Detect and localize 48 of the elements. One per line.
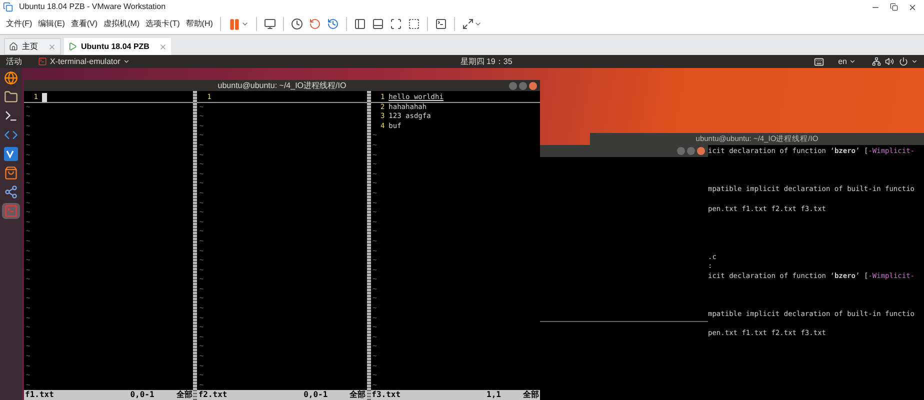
network-icon[interactable] xyxy=(872,57,881,66)
system-menu-caret-icon[interactable] xyxy=(911,58,918,65)
scroll-position: 全部 xyxy=(176,391,192,400)
play-icon xyxy=(68,42,77,51)
pause-icon xyxy=(228,18,241,30)
terminal-icon xyxy=(38,57,47,66)
keyboard-icon[interactable] xyxy=(814,56,824,66)
clock[interactable]: 星期四 19：35 xyxy=(460,56,512,68)
menu-item[interactable]: 编辑(E) xyxy=(36,18,67,30)
file-name: f2.txt xyxy=(198,391,228,400)
menu-item[interactable]: 虚拟机(M) xyxy=(102,18,142,30)
caret-icon xyxy=(240,20,249,28)
caret-icon xyxy=(123,58,130,65)
app-icon[interactable] xyxy=(2,146,20,162)
cursor-position: 0,0-1 xyxy=(304,391,328,400)
menu-item[interactable]: 选项卡(T) xyxy=(144,18,182,30)
window-buttons-icon xyxy=(677,147,705,155)
vmware-logo-icon xyxy=(3,2,13,12)
cursor-position: 1,1 xyxy=(486,391,501,400)
caret-icon xyxy=(474,20,482,28)
file-name: f3.txt xyxy=(372,391,401,400)
window-title: Ubuntu 18.04 PZB - VMware Workstation xyxy=(19,1,166,13)
cursor-position: 0,0-1 xyxy=(130,391,154,400)
power-icon[interactable] xyxy=(899,57,908,66)
shopping-bag-icon[interactable] xyxy=(2,165,20,181)
file-cabinet-icon[interactable] xyxy=(2,89,20,105)
home-icon xyxy=(9,42,18,51)
activities-button[interactable]: 活动 xyxy=(6,56,22,68)
expand-arrows-icon xyxy=(462,18,474,30)
window-buttons-icon xyxy=(509,82,537,90)
vm-tab[interactable]: 主页 xyxy=(4,38,61,55)
restore-icon[interactable] xyxy=(890,3,898,11)
terminal-window-icon[interactable] xyxy=(2,203,20,219)
menu-item[interactable]: 帮助(H) xyxy=(184,18,215,30)
language-menu[interactable]: en xyxy=(838,56,856,68)
close-icon[interactable] xyxy=(908,2,917,12)
caret-icon xyxy=(849,58,856,65)
app-menu[interactable]: X-terminal-emulator xyxy=(38,56,130,68)
volume-icon[interactable] xyxy=(885,57,894,66)
scroll-position: 全部 xyxy=(522,391,539,400)
vm-tab[interactable]: Ubuntu 18.04 PZB xyxy=(64,38,172,55)
file-name: f1.txt xyxy=(25,391,54,400)
scroll-position: 全部 xyxy=(350,391,366,400)
menu-item[interactable]: 查看(V) xyxy=(68,18,100,30)
menu-item[interactable]: 文件(F) xyxy=(4,18,34,30)
terminal-title: ubuntu@ubuntu: ~/4_IO进程线程/IO xyxy=(218,80,346,92)
network-nodes-icon[interactable] xyxy=(2,184,20,200)
browser-icon[interactable] xyxy=(2,70,20,86)
